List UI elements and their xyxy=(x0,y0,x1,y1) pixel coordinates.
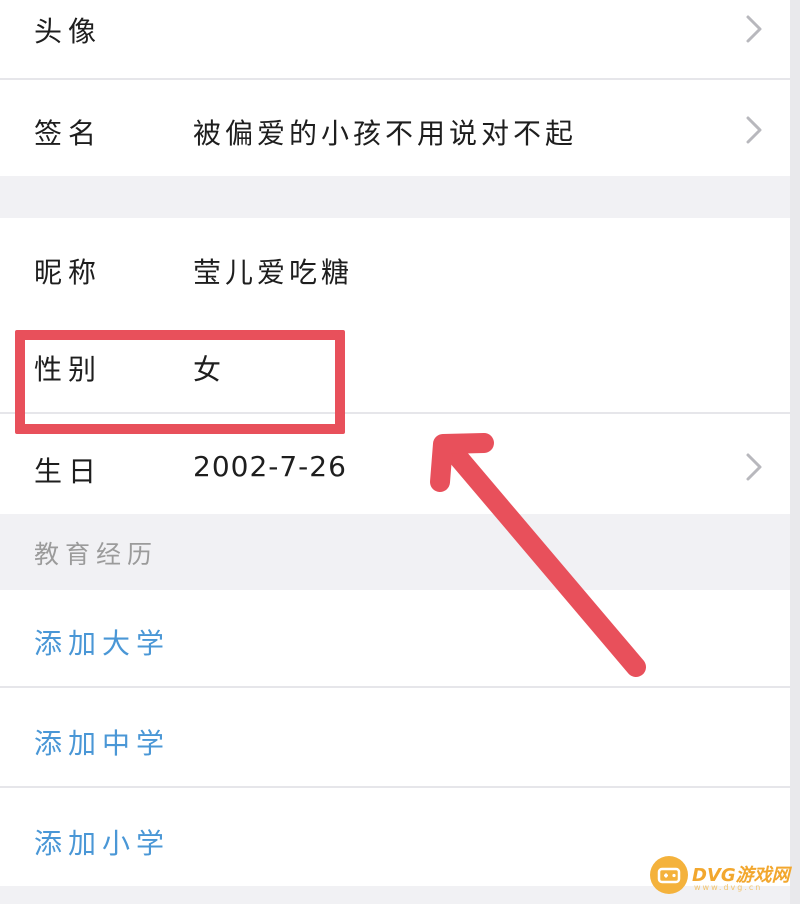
watermark-subtext: www.dvg.cn xyxy=(694,883,763,892)
arrow-annotation xyxy=(430,433,646,677)
watermark-logo: DVG游戏网 www.dvg.cn xyxy=(650,856,800,896)
gamepad-icon xyxy=(650,856,688,894)
